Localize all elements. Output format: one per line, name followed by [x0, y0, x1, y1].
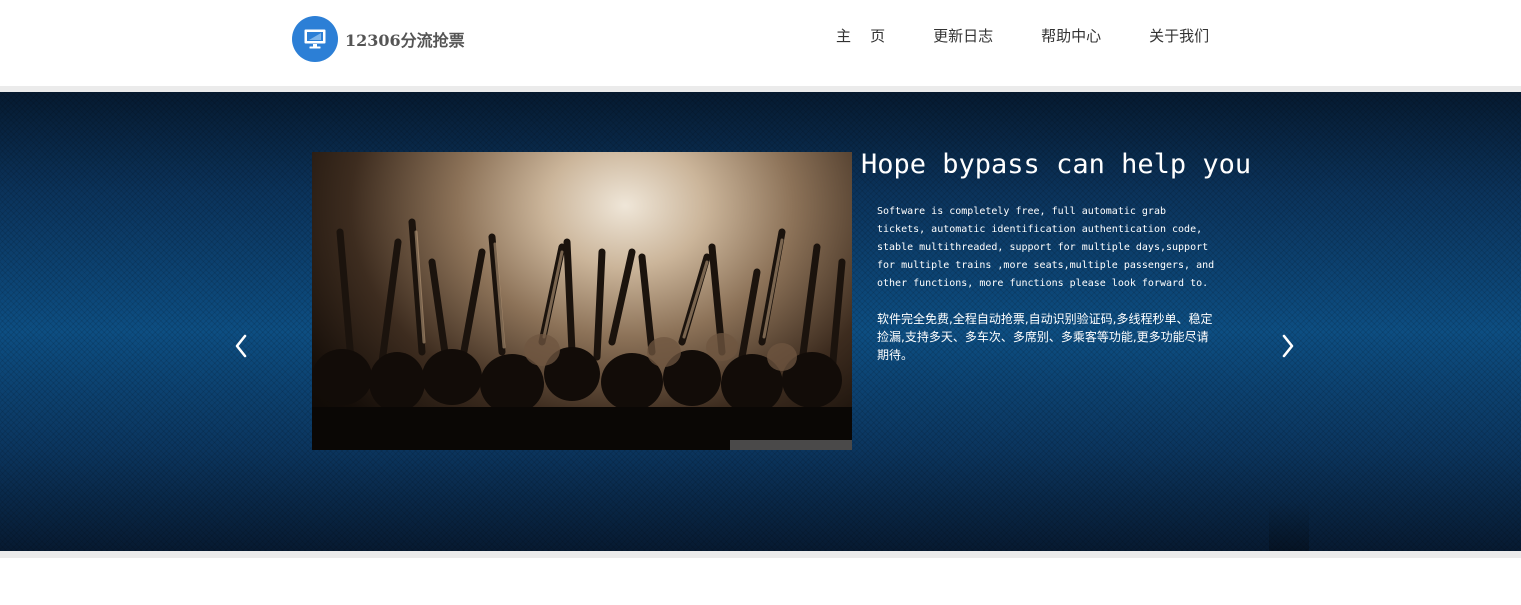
chevron-left-icon [235, 334, 247, 358]
site-title: 12306分流抢票 [345, 31, 465, 50]
site-header: 12306分流抢票 主 页 更新日志 帮助中心 关于我们 [0, 0, 1521, 86]
logo[interactable]: 12306分流抢票 [292, 16, 465, 62]
main-nav: 主 页 更新日志 帮助中心 关于我们 [836, 24, 1209, 46]
hero-shadow [1269, 501, 1309, 551]
hero-headline: Hope bypass can help you [861, 149, 1252, 180]
crowd-silhouettes [312, 218, 852, 450]
slider-prev-button[interactable] [229, 332, 253, 360]
chevron-right-icon [1282, 334, 1294, 358]
slider-next-button[interactable] [1276, 332, 1300, 360]
hero-slider: Hope bypass can help you Software is com… [0, 92, 1521, 551]
nav-changelog[interactable]: 更新日志 [933, 25, 993, 46]
nav-help-center[interactable]: 帮助中心 [1041, 25, 1101, 46]
nav-home[interactable]: 主 页 [836, 25, 885, 46]
nav-about-us[interactable]: 关于我们 [1149, 25, 1209, 46]
hero-description-zh: 软件完全免费,全程自动抢票,自动识别验证码,多线程秒单、稳定捡漏,支持多天、多车… [877, 312, 1213, 362]
divider-bottom [0, 551, 1521, 558]
concert-crowd-photo [312, 152, 852, 450]
hero-description-en: Software is completely free, full automa… [877, 206, 1215, 289]
monitor-icon [292, 16, 338, 62]
